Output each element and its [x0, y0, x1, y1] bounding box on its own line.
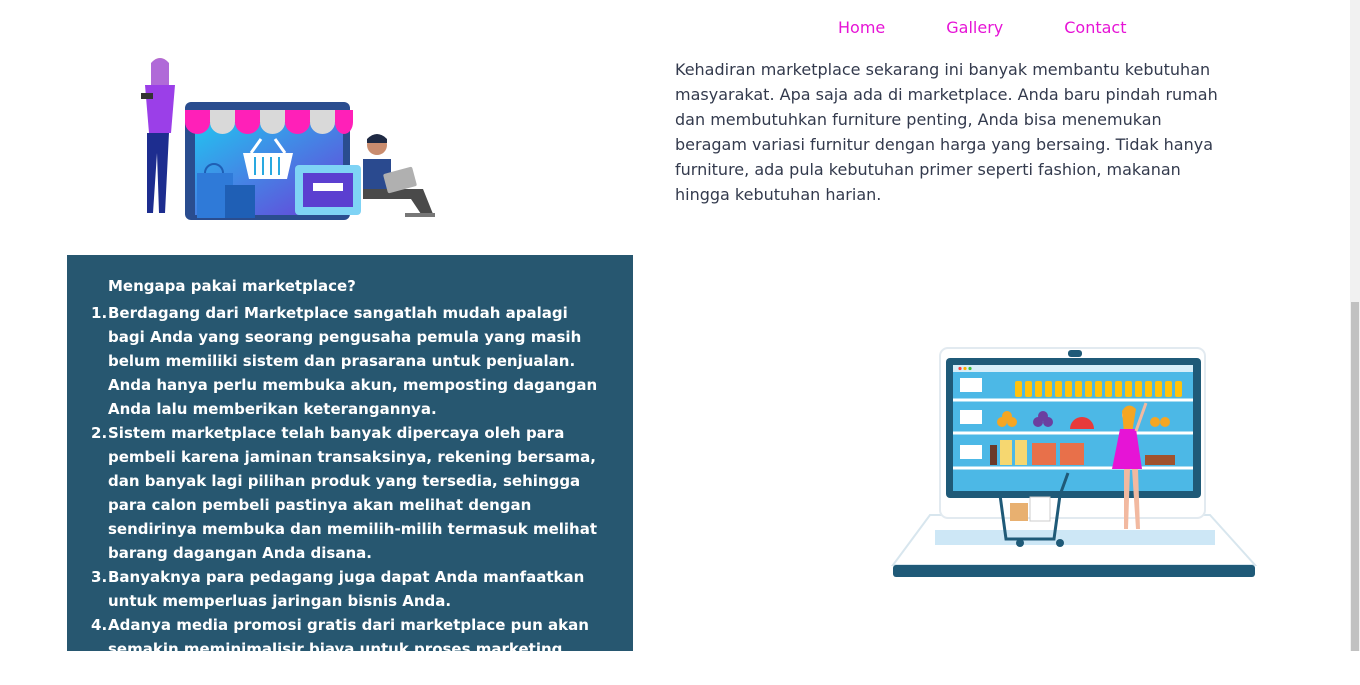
online-shop-illustration	[135, 55, 445, 229]
why-marketplace-panel: Mengapa pakai marketplace? Berdagang dar…	[67, 255, 633, 682]
nav-contact-link[interactable]: Contact	[1064, 18, 1126, 37]
page-scrollbar[interactable]	[1350, 0, 1360, 651]
list-item: Sistem marketplace telah banyak dipercay…	[91, 421, 598, 562]
list-item: Adanya media promosi gratis dari marketp…	[91, 613, 589, 682]
laptop-shopping-illustration	[890, 345, 1260, 585]
list-item: Berdagang dari Marketplace sangatlah mud…	[91, 301, 598, 418]
main-nav: Home Gallery Contact	[838, 18, 1126, 37]
nav-home-link[interactable]: Home	[838, 18, 885, 37]
list-item: Banyaknya para pedagang juga dapat Anda …	[91, 565, 585, 610]
panel-heading: Mengapa pakai marketplace?	[108, 277, 356, 295]
reasons-list: Berdagang dari Marketplace sangatlah mud…	[91, 301, 608, 685]
intro-paragraph: Kehadiran marketplace sekarang ini banya…	[675, 60, 1218, 204]
scrollbar-thumb[interactable]	[1351, 302, 1359, 651]
nav-gallery-link[interactable]: Gallery	[946, 18, 1003, 37]
